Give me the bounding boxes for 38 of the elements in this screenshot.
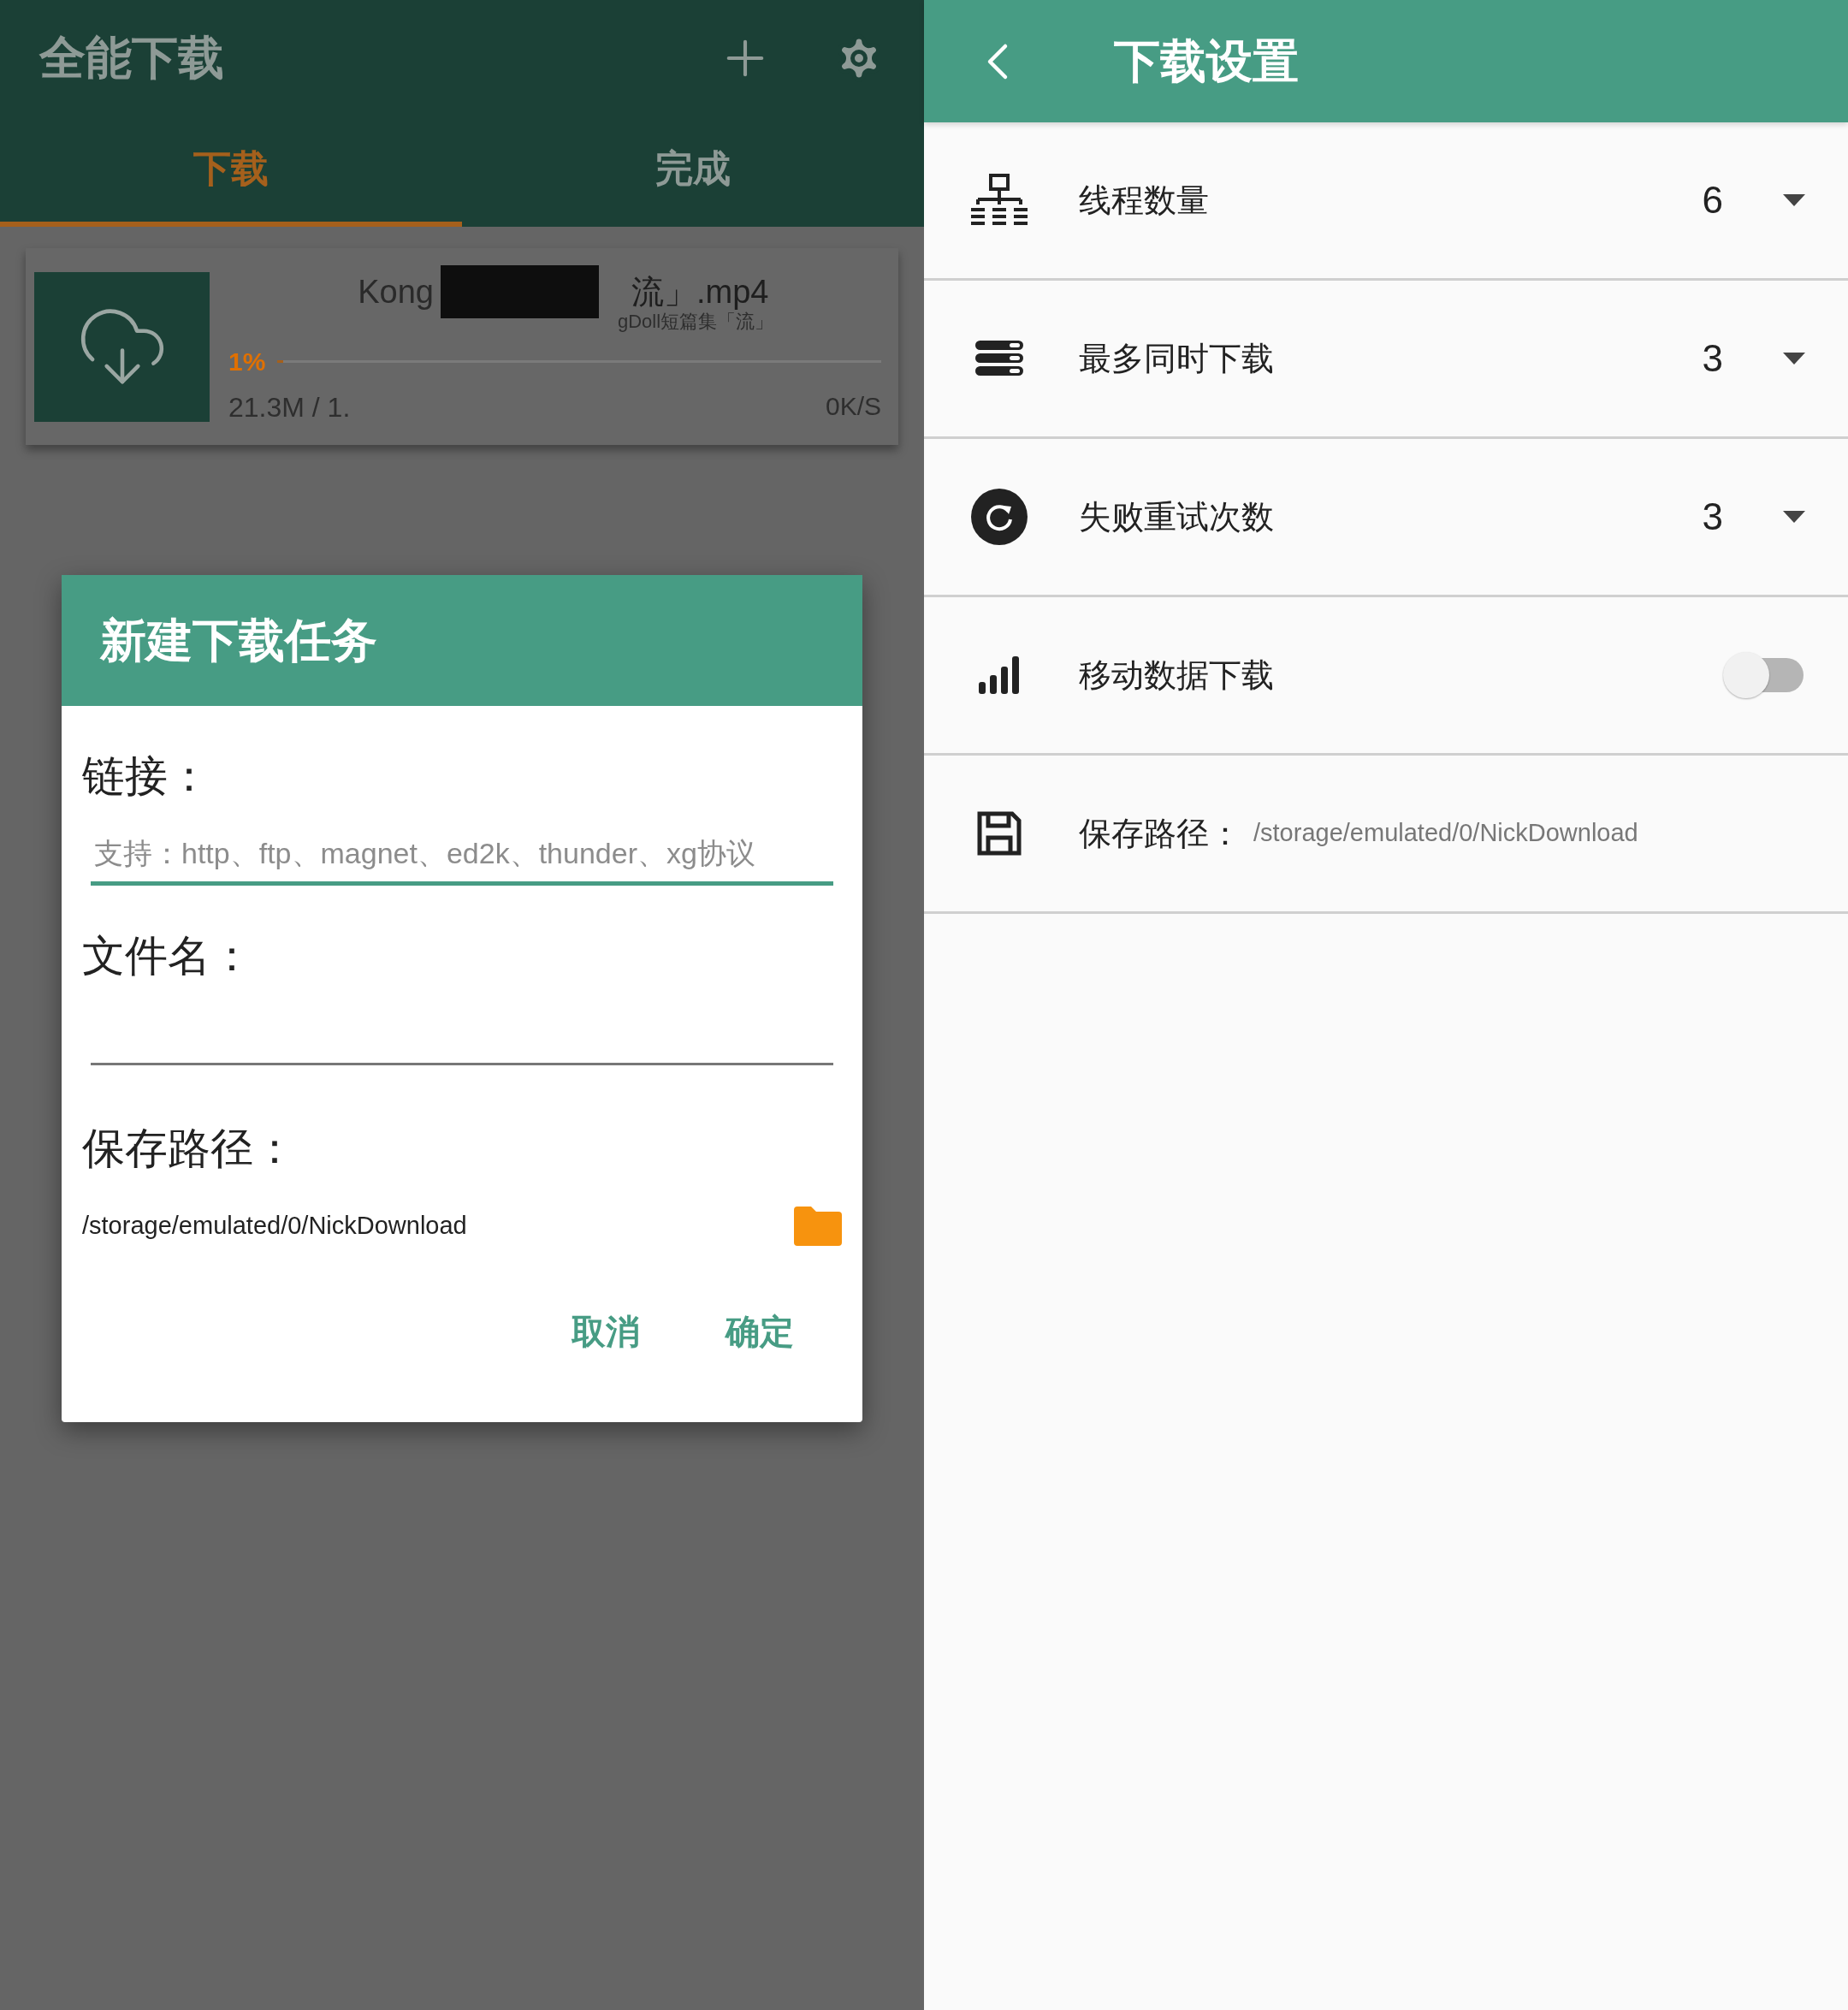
stack-icon [975, 341, 1023, 377]
setting-label: 线程数量 [1079, 181, 1210, 220]
app-title: 全能下载 [39, 31, 225, 85]
field-label: 保存路径： [82, 1124, 297, 1174]
settings-row[interactable]: 移动数据下载 [924, 597, 1848, 756]
field-label: 链接： [82, 751, 211, 802]
network-icon [971, 174, 1028, 227]
setting-label: 失败重试次数 [1079, 497, 1275, 537]
field-label: 文件名： [82, 931, 254, 981]
progress-percent: 1% [228, 346, 266, 377]
settings-row[interactable]: 保存路径： /storage/emulated/0/NickDownload [924, 756, 1848, 914]
signal-icon [979, 656, 1020, 694]
setting-value: 3 [1702, 495, 1723, 539]
file-subtitle: gDoll短篇集「流」 [618, 310, 775, 335]
file-size: 21.3M / 1. [228, 391, 351, 424]
dropdown-caret-icon[interactable] [1783, 194, 1805, 206]
settings-row[interactable]: 最多同时下载 3 [924, 281, 1848, 439]
dropdown-caret-icon[interactable] [1783, 353, 1805, 365]
setting-label: 最多同时下载 [1079, 339, 1275, 378]
dialog-title: 新建下载任务 [100, 614, 377, 667]
input-field[interactable]: 支持：http、ftp、magnet、ed2k、thunder、xg协议 [91, 826, 833, 886]
toggle-switch[interactable] [1721, 650, 1805, 700]
setting-label: 移动数据下载 [1079, 655, 1275, 695]
tab[interactable]: 完成 [462, 116, 924, 227]
settings-row[interactable]: 失败重试次数 3 [924, 439, 1848, 597]
dropdown-caret-icon[interactable] [1783, 511, 1805, 523]
setting-value: 3 [1702, 336, 1723, 381]
refresh-icon [971, 489, 1028, 545]
page-title: 下载设置 [1114, 34, 1299, 88]
download-speed: 0K/S [825, 391, 881, 422]
setting-value: /storage/emulated/0/NickDownload [1253, 818, 1638, 849]
file-name: 流」.mp4 [631, 272, 769, 311]
save-path: /storage/emulated/0/NickDownload [82, 1211, 467, 1242]
folder-icon[interactable] [794, 1207, 842, 1246]
setting-label: 保存路径： [1079, 814, 1241, 853]
settings-row[interactable]: 线程数量 6 [924, 122, 1848, 281]
file-name: Kong [357, 272, 434, 311]
setting-value: 6 [1702, 178, 1723, 222]
